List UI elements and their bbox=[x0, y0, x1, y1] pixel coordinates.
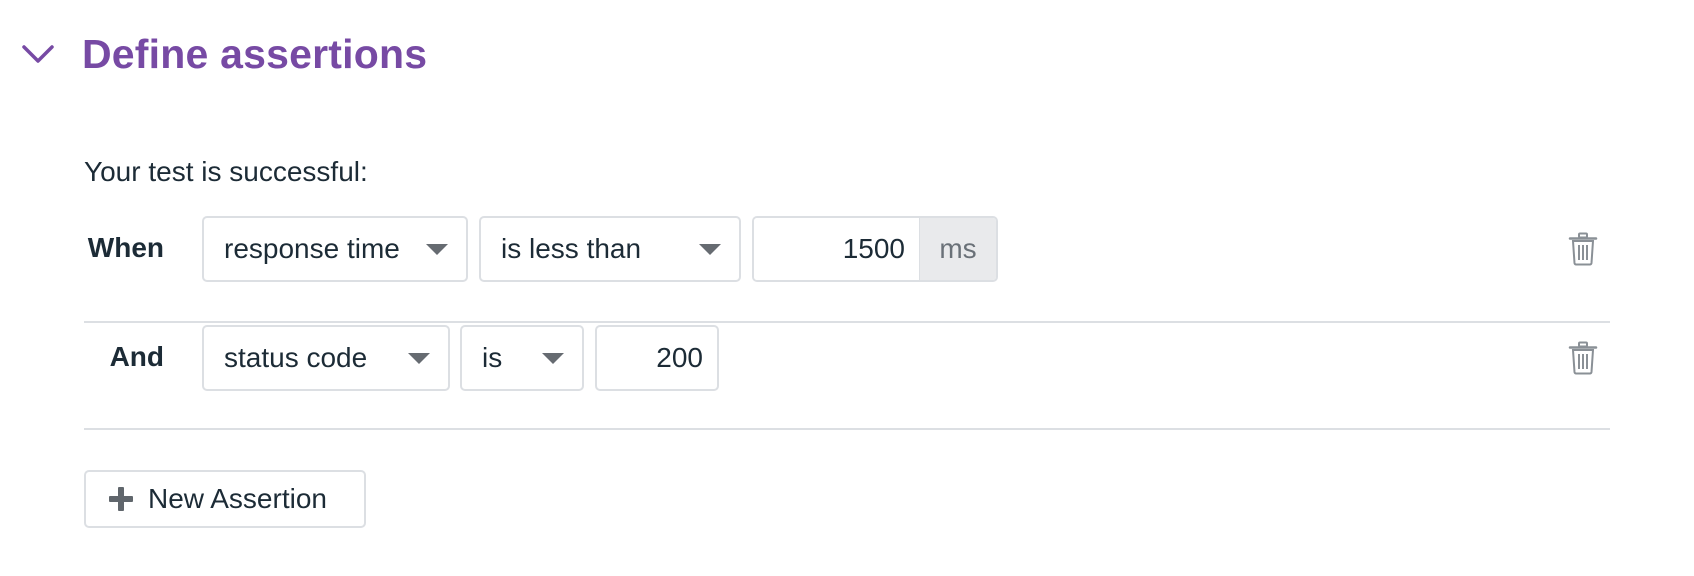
new-assertion-label: New Assertion bbox=[148, 483, 327, 514]
new-assertion-button[interactable]: New Assertion bbox=[84, 470, 366, 528]
operator-select[interactable]: is less than bbox=[479, 216, 741, 282]
connector-label: When bbox=[87, 232, 164, 263]
connector-label: And bbox=[109, 341, 164, 372]
operator-select-value: is less than bbox=[501, 233, 642, 264]
value-input-text: 200 bbox=[656, 342, 703, 373]
target-select-value: status code bbox=[224, 342, 368, 373]
value-input[interactable]: 1500 bbox=[754, 218, 919, 280]
target-select[interactable]: response time bbox=[202, 216, 468, 282]
target-select[interactable]: status code bbox=[202, 325, 450, 391]
target-select-value: response time bbox=[224, 233, 400, 264]
trash-icon[interactable] bbox=[1568, 341, 1598, 375]
chevron-down-icon[interactable] bbox=[20, 36, 56, 72]
caret-down-icon bbox=[426, 243, 448, 255]
value-input-group[interactable]: 1500 ms bbox=[752, 216, 998, 282]
caret-down-icon bbox=[699, 243, 721, 255]
caret-down-icon bbox=[408, 352, 430, 364]
trash-icon[interactable] bbox=[1568, 232, 1598, 266]
unit-addon: ms bbox=[919, 218, 996, 280]
assertion-row: And status code is 200 bbox=[84, 323, 1610, 430]
plus-icon bbox=[108, 486, 134, 512]
operator-select[interactable]: is bbox=[460, 325, 584, 391]
section-header[interactable]: Define assertions bbox=[20, 26, 427, 82]
value-input[interactable]: 200 bbox=[595, 325, 719, 391]
operator-select-value: is bbox=[482, 342, 503, 373]
assertion-row: When response time is less than 1500 ms bbox=[84, 216, 1610, 323]
intro-text: Your test is successful: bbox=[84, 156, 368, 187]
caret-down-icon bbox=[542, 352, 564, 364]
section-title: Define assertions bbox=[82, 30, 428, 77]
